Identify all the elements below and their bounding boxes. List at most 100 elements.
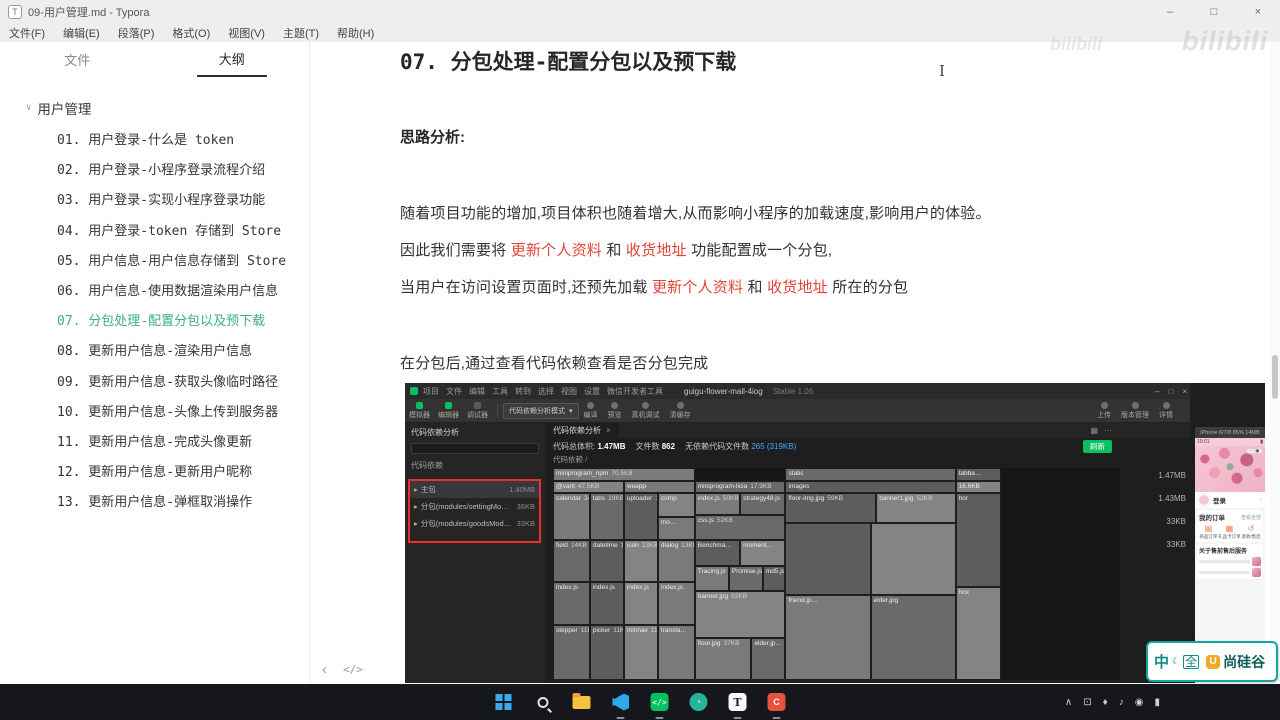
treemap-block[interactable]: moment… — [740, 540, 786, 566]
menu-view[interactable]: 视图(V) — [219, 25, 274, 41]
outline-item[interactable]: 03. 用户登录-实现小程序登录功能 — [0, 186, 309, 216]
menu-format[interactable]: 格式(O) — [163, 25, 219, 41]
tray-chevron-up-icon[interactable]: ∧ — [1065, 697, 1072, 708]
ime-fullwidth-indicator[interactable]: 全 — [1183, 654, 1200, 669]
menu-theme[interactable]: 主题(T) — [274, 25, 328, 41]
order-entry[interactable]: ↺ 退款/售后 — [1241, 525, 1260, 540]
treemap-block[interactable]: stepper11KB — [553, 624, 590, 680]
treemap-block[interactable]: hor — [955, 493, 1001, 587]
maximize-button[interactable]: □ — [1192, 0, 1236, 24]
treemap-block[interactable]: strategy48.js — [740, 493, 786, 515]
more-icon[interactable]: ⋯ — [1104, 426, 1112, 435]
service-item[interactable] — [1199, 557, 1261, 566]
menu-edit[interactable]: 编辑(E) — [54, 25, 109, 41]
treemap-block[interactable]: dialog13KB — [657, 540, 695, 583]
treemap-block[interactable]: 16.6KB — [955, 480, 1001, 494]
vscode-button[interactable] — [608, 689, 634, 719]
orders-view-all[interactable]: 查看全部 — [1241, 514, 1261, 521]
editor-toggle[interactable]: 编辑器 — [438, 401, 459, 420]
treemap-block[interactable]: index.js — [589, 582, 624, 625]
tray-mic-icon[interactable]: ♦ — [1103, 697, 1108, 708]
minimize-button[interactable]: – — [1148, 0, 1192, 24]
search-button[interactable] — [530, 689, 556, 715]
upload-button[interactable]: 上传 — [1097, 401, 1111, 420]
profile-row[interactable]: 登录 › — [1195, 492, 1265, 508]
dt-menu-item[interactable]: 文件 — [446, 386, 462, 397]
menu-help[interactable]: 帮助(H) — [328, 25, 383, 41]
treemap-block[interactable]: @vant 47.5KB — [553, 480, 624, 494]
dt-menu-item[interactable]: 编辑 — [469, 386, 485, 397]
outline-item[interactable]: 12. 更新用户信息-更新用户昵称 — [0, 458, 309, 488]
treemap-block[interactable]: Promise.js — [728, 565, 763, 591]
outline-item[interactable]: 09. 更新用户信息-获取头像临时路径 — [0, 368, 309, 398]
outline-item[interactable]: 01. 用户登录-什么是 token — [0, 126, 309, 156]
split-panel-icon[interactable]: ▦ — [1090, 426, 1098, 435]
outline-root[interactable]: ∨ 用户管理 — [0, 92, 309, 126]
dt-menu-item[interactable]: 选择 — [538, 386, 554, 397]
treemap-block[interactable]: tabba… — [955, 468, 1001, 481]
treemap-block[interactable]: elder.jp… — [751, 637, 786, 680]
treemap-block[interactable]: picker11KB — [589, 624, 624, 680]
treemap-block[interactable]: transla… — [657, 624, 695, 680]
wechat-devtools-button[interactable]: </> — [647, 689, 673, 719]
menu-file[interactable]: 文件(F) — [0, 25, 54, 41]
simulator-toggle[interactable]: 模拟器 — [409, 401, 430, 420]
compile-button[interactable]: 编译 — [584, 401, 598, 420]
tab-close-icon[interactable]: × — [606, 426, 611, 435]
tray-display-icon[interactable]: ⊡ — [1083, 697, 1091, 708]
sidebar-collapse-button[interactable]: ‹ — [322, 661, 327, 678]
close-button[interactable]: × — [1236, 0, 1280, 24]
typora-button[interactable]: T — [725, 689, 751, 719]
tray-volume-icon[interactable]: ♪ — [1119, 697, 1124, 708]
outline-item[interactable]: 06. 用户信息-使用数据渲染用户信息 — [0, 277, 309, 307]
treemap-block[interactable]: index.js — [623, 582, 658, 625]
dt-menu-item[interactable]: 微信开发者工具 — [607, 386, 663, 397]
treemap-block[interactable]: css.js 52KB — [694, 514, 786, 541]
outline-item[interactable]: 10. 更新用户信息-头像上传到服务器 — [0, 398, 309, 428]
remote-debug-button[interactable]: 真机调试 — [632, 401, 660, 420]
ime-chinese-indicator[interactable]: 中 — [1154, 651, 1169, 672]
treemap-breadcrumb[interactable]: 代码依赖 / — [545, 454, 1190, 465]
dt-close-button[interactable]: × — [1182, 387, 1187, 396]
treemap-block[interactable]: Tracing.js — [694, 565, 729, 591]
file-explorer-button[interactable] — [569, 689, 595, 715]
wechat-capsule[interactable]: ⋯ ◉ — [1246, 448, 1263, 454]
teal-app-button[interactable]: ◔ — [686, 689, 712, 715]
treemap-block[interactable]: mo… — [657, 516, 695, 541]
treemap-block[interactable]: datetime13KB — [589, 540, 624, 583]
treemap-block[interactable]: index.js 50KB — [694, 493, 741, 515]
treemap-block[interactable]: calendar34KB — [553, 493, 590, 541]
outline-item[interactable]: 11. 更新用户信息-完成头像更新 — [0, 428, 309, 458]
treemap-block[interactable] — [870, 523, 956, 596]
treemap-block[interactable]: static — [785, 468, 956, 481]
tab-outline[interactable]: 大纲 — [155, 42, 310, 77]
treemap-block[interactable]: weapp — [623, 480, 695, 494]
treemap-block[interactable]: tabs 19KB — [589, 493, 624, 541]
dt-maximize-button[interactable]: □ — [1168, 387, 1173, 396]
treemap-block[interactable]: icon 13KB — [623, 540, 658, 583]
version-button[interactable]: 版本管理 — [1121, 401, 1149, 420]
debugger-toggle[interactable]: 调试器 — [467, 401, 488, 420]
treemap-block[interactable]: floor-img.jpg 59KB — [785, 493, 877, 524]
outline-item[interactable]: 04. 用户登录-token 存储到 Store — [0, 217, 309, 247]
dt-menu-item[interactable]: 视图 — [561, 386, 577, 397]
treemap-block[interactable]: elder.jpg — [870, 595, 956, 680]
clear-cache-button[interactable]: 清缓存 — [670, 401, 691, 420]
tray-battery-icon[interactable]: ▮ — [1154, 697, 1160, 708]
preview-button[interactable]: 预览 — [608, 401, 622, 420]
treemap-block[interactable] — [785, 523, 871, 596]
start-button[interactable] — [491, 689, 517, 715]
dt-menu-item[interactable]: 转到 — [515, 386, 531, 397]
dt-menu-item[interactable]: 工具 — [492, 386, 508, 397]
details-button[interactable]: 详情 — [1159, 401, 1173, 420]
package-row-setting[interactable]: ▸分包(modules/settingModules/) 36KB — [410, 498, 539, 515]
dt-minimize-button[interactable]: – — [1155, 387, 1159, 396]
outline-item[interactable]: 05. 用户信息-用户信息存储到 Store — [0, 247, 309, 277]
simulator-device-bar[interactable]: iPhone 6/7/8 85% 14MB — [1195, 427, 1265, 438]
treemap-block[interactable]: uploader17KB — [623, 493, 658, 541]
menu-paragraph[interactable]: 段落(P) — [109, 25, 164, 41]
treemap-block[interactable]: Benchma… — [694, 540, 741, 566]
scrollbar-thumb[interactable] — [1272, 355, 1278, 399]
editor-area[interactable]: 07. 分包处理-配置分包以及预下载 I 思路分析: 随着项目功能的增加,项目体… — [311, 42, 1270, 684]
tab-code-dependency[interactable]: 代码依赖分析 × — [545, 423, 619, 438]
